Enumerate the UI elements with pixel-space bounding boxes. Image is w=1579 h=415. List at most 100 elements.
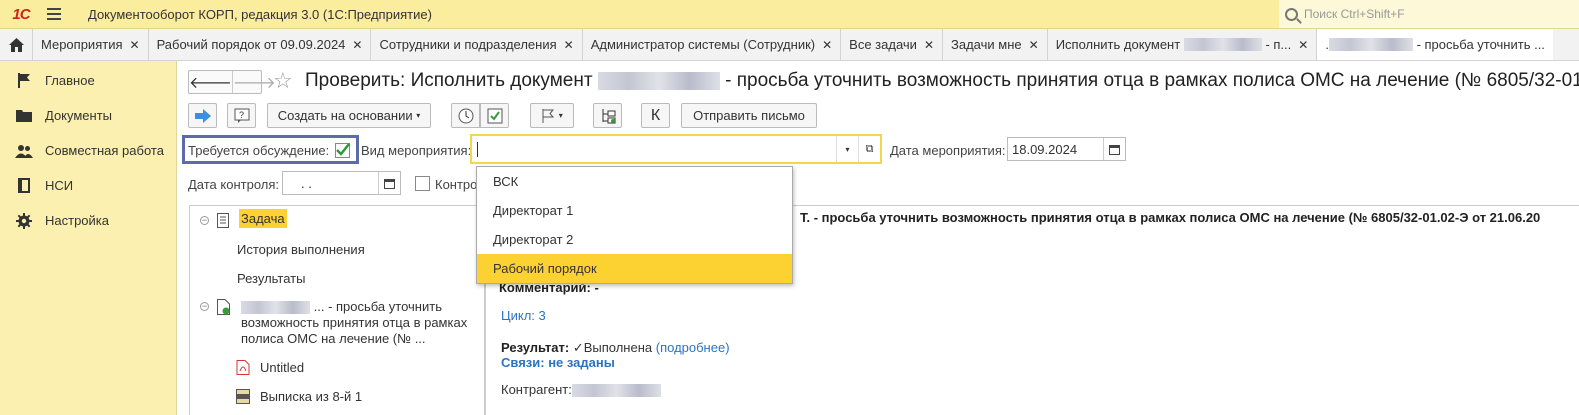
tab-my-tasks[interactable]: Задачи мне ✕: [943, 29, 1048, 60]
tab-current[interactable]: . - просьба уточнить ...: [1317, 29, 1553, 60]
app-logo: 1С: [12, 5, 30, 23]
task-tree: − Задача История выполнения Результаты −…: [189, 205, 486, 415]
event-date-input[interactable]: 18.09.2024: [1007, 137, 1126, 161]
sidebar-item-documents[interactable]: Документы: [0, 98, 176, 133]
event-date-label: Дата мероприятия:: [890, 143, 1006, 158]
app-title: Документооборот КОРП, редакция 3.0 (1С:П…: [88, 6, 432, 22]
control-date-input[interactable]: . .: [282, 171, 401, 195]
svg-text:?: ?: [239, 110, 244, 120]
history-button[interactable]: [451, 103, 480, 128]
jpg-icon: [236, 389, 250, 404]
close-icon[interactable]: ✕: [130, 38, 140, 52]
dropdown-option[interactable]: ВСК: [477, 167, 792, 196]
sidebar-item-nsi[interactable]: НСИ: [0, 168, 176, 203]
home-icon: [8, 37, 24, 52]
collapse-toggle[interactable]: −: [200, 216, 209, 225]
structure-button[interactable]: [593, 103, 622, 128]
close-icon[interactable]: ✕: [924, 38, 934, 52]
collapse-toggle[interactable]: −: [200, 302, 209, 311]
close-icon[interactable]: ✕: [352, 38, 362, 52]
tab-execute-doc[interactable]: Исполнить документ - п... ✕: [1048, 29, 1318, 60]
flag-menu-button[interactable]: ▾: [530, 103, 574, 128]
event-type-combo[interactable]: ▾ ⧉: [470, 134, 882, 164]
favorite-star-icon[interactable]: ☆: [273, 68, 293, 94]
tree-item-history[interactable]: История выполнения: [237, 242, 365, 257]
close-icon[interactable]: ✕: [1298, 38, 1308, 52]
flag-icon: [15, 73, 33, 89]
search-placeholder: Поиск Ctrl+Shift+F: [1304, 7, 1405, 21]
home-tab[interactable]: [0, 29, 33, 60]
counterparty-row: Контрагент:: [501, 382, 661, 398]
control-date-label: Дата контроля:: [188, 177, 280, 192]
send-letter-button[interactable]: Отправить письмо: [681, 103, 817, 128]
redacted-text: [571, 384, 661, 398]
book-icon: [15, 178, 33, 194]
chevron-down-icon: ▾: [558, 111, 563, 120]
calendar-icon[interactable]: [1103, 138, 1125, 160]
result-row: Результат: ✓Выполнена (подробнее): [501, 340, 730, 355]
sidebar-item-settings[interactable]: Настройка: [0, 203, 176, 238]
sidebar-item-main[interactable]: Главное: [0, 63, 176, 98]
menu-icon[interactable]: [42, 0, 68, 29]
control-checkbox[interactable]: [415, 176, 430, 191]
redacted-text: [597, 71, 720, 90]
folder-icon: [15, 108, 33, 124]
k-button[interactable]: К: [641, 103, 670, 128]
title-bar: 1С Документооборот КОРП, редакция 3.0 (1…: [0, 0, 1579, 29]
tree-item-file[interactable]: Untitled: [260, 360, 304, 375]
tree-item-task[interactable]: Задача: [239, 209, 287, 228]
tree-item-document[interactable]: ... - просьба уточнить возможность приня…: [241, 299, 467, 347]
text-cursor: [477, 142, 478, 157]
chevron-down-icon: ▾: [416, 111, 421, 120]
arrow-right-icon: [194, 108, 211, 123]
main-content: 🡐 🡒 ☆ Проверить: Исполнить документ - пр…: [178, 61, 1579, 415]
search-input[interactable]: Поиск Ctrl+Shift+F: [1279, 0, 1579, 28]
cycle-link[interactable]: Цикл: 3: [501, 308, 546, 323]
add-task-button[interactable]: [480, 103, 509, 128]
people-icon: [15, 143, 33, 159]
document-check-icon: [217, 299, 230, 315]
discussion-label: Требуется обсуждение:: [188, 143, 330, 158]
close-icon[interactable]: ✕: [564, 38, 574, 52]
dropdown-option[interactable]: Директорат 1: [477, 196, 792, 225]
nav-buttons: 🡐 🡒: [188, 70, 276, 94]
create-based-on-button[interactable]: Создать на основании ▾: [267, 103, 431, 128]
tab-admin[interactable]: Администратор системы (Сотрудник) ✕: [583, 29, 842, 60]
tree-item-file[interactable]: Выписка из 8-й 1: [260, 389, 362, 404]
dropdown-option[interactable]: Директорат 2: [477, 225, 792, 254]
tab-employees[interactable]: Сотрудники и подразделения ✕: [371, 29, 583, 60]
discussion-checkbox[interactable]: [335, 143, 350, 158]
tree-item-results[interactable]: Результаты: [237, 271, 305, 286]
flag-outline-icon: [542, 108, 555, 123]
dropdown-option-selected[interactable]: Рабочий порядок: [477, 254, 792, 283]
tab-events[interactable]: Мероприятия ✕: [33, 29, 149, 60]
control-checkbox-label: Контро: [435, 177, 478, 192]
open-icon[interactable]: ⧉: [858, 136, 880, 162]
forward-button[interactable]: 🡒: [231, 71, 276, 93]
sidebar: Главное Документы Совместная работа НСИ …: [0, 61, 177, 415]
sidebar-item-collaboration[interactable]: Совместная работа: [0, 133, 176, 168]
tab-work-order[interactable]: Рабочий порядок от 09.09.2024 ✕: [149, 29, 372, 60]
event-type-dropdown: ВСК Директорат 1 Директорат 2 Рабочий по…: [476, 166, 793, 284]
tree-structure-icon: [602, 108, 615, 123]
close-icon[interactable]: ✕: [822, 38, 832, 52]
page-title: Проверить: Исполнить документ - просьба …: [305, 70, 1579, 91]
details-link[interactable]: (подробнее): [656, 340, 730, 355]
detail-header: Т. - просьба уточнить возможность принят…: [800, 210, 1541, 225]
help-icon: ?: [234, 108, 249, 123]
redacted-text: [241, 301, 310, 315]
combo-dropdown-button[interactable]: ▾: [836, 136, 858, 162]
close-icon[interactable]: ✕: [1029, 38, 1039, 52]
back-button[interactable]: 🡐: [189, 71, 232, 93]
help-button[interactable]: ?: [227, 103, 256, 128]
calendar-icon[interactable]: [378, 172, 400, 194]
add-task-icon: [487, 108, 502, 123]
clock-icon: [458, 108, 473, 123]
search-icon: [1285, 7, 1298, 21]
event-type-label: Вид мероприятия:: [361, 143, 472, 158]
checkmark-icon: [336, 143, 350, 156]
tab-all-tasks[interactable]: Все задачи ✕: [841, 29, 944, 60]
links-row[interactable]: Связи: не заданы: [501, 355, 615, 370]
execute-button[interactable]: [188, 103, 217, 128]
document-icon: [217, 213, 229, 228]
